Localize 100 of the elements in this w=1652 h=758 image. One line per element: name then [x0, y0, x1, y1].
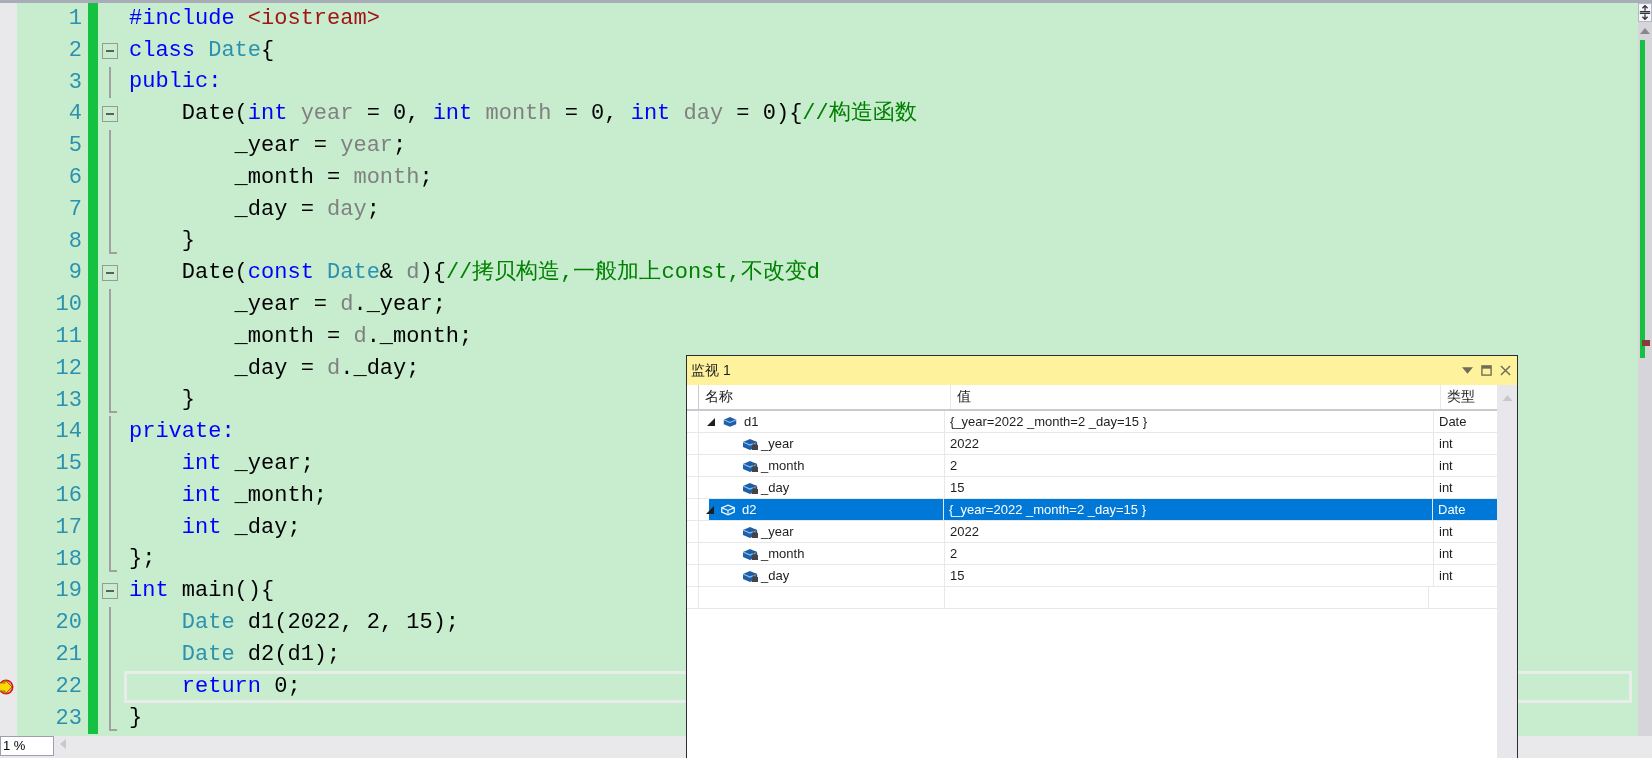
private-member-icon [741, 458, 759, 473]
private-member-icon [741, 436, 759, 451]
collapse-icon[interactable] [102, 583, 118, 600]
private-member-icon [741, 524, 759, 539]
code-line: } [128, 705, 143, 732]
type-cell-text: int [1438, 545, 1454, 563]
watch-item[interactable]: _month [761, 546, 805, 561]
line-number: 2 [67, 36, 82, 65]
type-cell-text: int [1438, 457, 1454, 475]
expanded-icon[interactable] [707, 417, 715, 426]
code-line: int _month; [180, 482, 328, 509]
breakpoint-arrow-icon[interactable] [0, 678, 14, 695]
watch-window-title: 监视 1 [691, 361, 732, 380]
type-cell-text: int [1438, 435, 1454, 453]
type-cell-text: int [1438, 479, 1454, 497]
value-cell: 15 [945, 477, 1434, 498]
code-line: int _year; [180, 451, 314, 478]
code-line: _day = day; [233, 196, 380, 223]
watch-item[interactable]: _year [761, 436, 794, 451]
code-line: #include <iostream> [128, 5, 380, 32]
fold-guide-end [109, 543, 117, 573]
value-cell: 15 [945, 565, 1434, 586]
watch-item[interactable]: d2 [709, 499, 944, 520]
line-number: 14 [54, 418, 82, 447]
code-line: int main(){ [128, 578, 275, 605]
fold-guide-end [109, 702, 117, 732]
code-line: _year = year; [233, 133, 407, 160]
code-line: private: [128, 419, 235, 446]
line-number: 12 [54, 354, 82, 383]
private-member-icon [741, 480, 759, 495]
value-cell: 2022 [945, 521, 1434, 542]
code-line: Date(int year = 0, int month = 0, int day = 0){//构造函数 [180, 101, 917, 128]
line-number: 19 [54, 577, 82, 606]
fold-guide-end [109, 225, 117, 255]
watch-item[interactable]: _month [761, 458, 805, 473]
fold-guide [109, 66, 111, 99]
value-cell: {_year=2022 _month=2 _day=15 } [944, 499, 1433, 520]
line-number: 23 [54, 704, 82, 733]
value-cell: {_year=2022 _month=2 _day=15 } [945, 411, 1434, 432]
type-cell: Date [1433, 499, 1497, 520]
code-line: _month = d._month; [233, 323, 473, 350]
line-number: 16 [54, 481, 82, 510]
collapse-icon[interactable] [102, 265, 118, 282]
type-cell-text: Date [1438, 413, 1468, 431]
code-line: _month = month; [233, 164, 433, 191]
code-line: } [180, 228, 195, 255]
line-number: 7 [67, 195, 82, 224]
expanded-icon[interactable] [706, 505, 714, 514]
line-number: 1 [67, 5, 82, 33]
line-number: 10 [54, 291, 82, 320]
code-line: Date(const Date& d){//拷贝构造,一般加上const,不改变d [180, 260, 820, 287]
watch-item[interactable]: d1 [699, 411, 945, 432]
code-line: Date d1(2022, 2, 15); [180, 610, 460, 637]
object-icon [722, 415, 738, 428]
line-number: 8 [67, 227, 82, 256]
value-cell: 2 [945, 455, 1434, 476]
code-line: _year = d._year; [233, 292, 446, 319]
line-number: 4 [67, 100, 82, 129]
line-number: 18 [54, 545, 82, 574]
private-member-icon [741, 568, 759, 583]
code-line: Date d2(d1); [180, 641, 341, 668]
change-marker [88, 702, 98, 735]
change-marker [88, 3, 98, 35]
dropdown-icon[interactable] [1462, 367, 1473, 374]
code-line: return 0; [180, 673, 301, 700]
object-icon [720, 503, 736, 516]
close-icon[interactable] [1500, 365, 1511, 376]
code-line: int _day; [180, 514, 301, 541]
splitter-icon[interactable] [1638, 3, 1652, 22]
value-cell: 2 [945, 543, 1434, 564]
line-number: 21 [54, 640, 82, 669]
line-number: 15 [54, 450, 82, 479]
collapse-icon[interactable] [102, 42, 118, 59]
value-cell: 2022 [945, 433, 1434, 454]
line-number: 6 [67, 164, 82, 192]
code-line: public: [128, 69, 222, 96]
line-number: 13 [54, 386, 82, 415]
line-number: 17 [54, 513, 82, 542]
column-header[interactable]: 名称 [699, 385, 951, 409]
maximize-icon[interactable] [1481, 365, 1492, 376]
line-number: 3 [67, 68, 82, 97]
watch-item[interactable]: _day [761, 480, 790, 495]
line-number: 9 [67, 259, 82, 288]
line-number: 5 [67, 132, 82, 161]
type-cell-text: int [1438, 567, 1454, 585]
collapse-icon[interactable] [102, 106, 118, 123]
line-number: 11 [54, 322, 82, 351]
code-line: }; [128, 546, 156, 573]
line-number: 20 [54, 609, 82, 638]
column-header[interactable]: 值 [951, 385, 1441, 409]
code-line: class Date{ [128, 37, 275, 64]
breakpoint-marker [1642, 340, 1650, 346]
line-number: 22 [54, 672, 82, 701]
type-cell-text: int [1438, 523, 1454, 541]
column-header[interactable]: 类型 [1441, 385, 1497, 409]
watch-item[interactable]: _year [761, 524, 794, 539]
zoom-level[interactable]: 1 % [0, 736, 54, 756]
watch-item[interactable]: _day [761, 568, 790, 583]
private-member-icon [741, 546, 759, 561]
code-line: } [180, 387, 195, 414]
